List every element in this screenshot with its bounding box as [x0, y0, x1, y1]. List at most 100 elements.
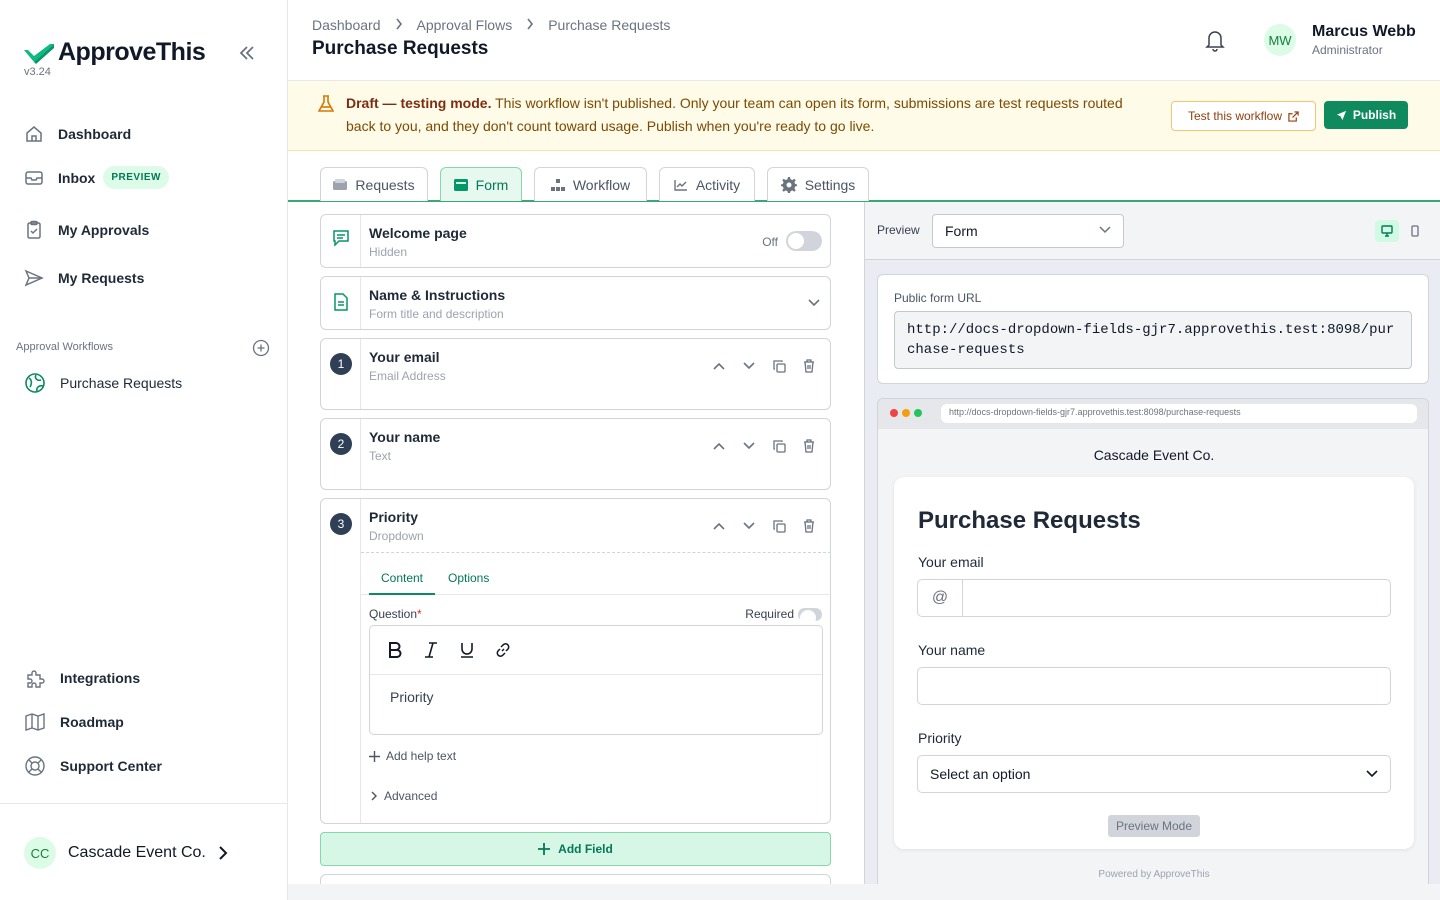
message-square-icon	[333, 230, 349, 247]
preview-form-card: Purchase Requests Your email @ Your name…	[894, 477, 1414, 849]
collapse-sidebar-button[interactable]	[236, 42, 258, 64]
field-card-name[interactable]: 2 Your name Text	[320, 418, 831, 490]
field-actions	[710, 517, 818, 535]
preview-form-title: Purchase Requests	[918, 507, 1141, 534]
welcome-subtitle: Hidden	[369, 245, 408, 259]
sidebar-item-label: Inbox	[58, 169, 96, 186]
window-maximize-dot	[914, 409, 922, 417]
user-name: Marcus Webb	[1312, 23, 1416, 40]
bold-icon[interactable]	[386, 641, 404, 659]
card-icon-column	[321, 277, 361, 329]
browser-url: http://docs-dropdown-fields-gjr7.approve…	[941, 404, 1417, 423]
name-instructions-subtitle: Form title and description	[369, 307, 504, 321]
duplicate-icon[interactable]	[770, 437, 788, 455]
trash-icon[interactable]	[800, 437, 818, 455]
field-tab-options[interactable]: Options	[448, 571, 489, 585]
advanced-toggle[interactable]: Advanced	[371, 789, 437, 803]
field-type: Email Address	[369, 369, 446, 383]
topbar: Dashboard Approval Flows Purchase Reques…	[288, 0, 1440, 81]
sidebar-item-purchase-requests[interactable]: Purchase Requests	[24, 372, 182, 394]
welcome-page-card[interactable]: Welcome page Hidden Off	[320, 214, 831, 268]
notifications-button[interactable]	[1204, 28, 1226, 57]
public-url-label: Public form URL	[894, 291, 982, 305]
bottom-strip	[288, 884, 1440, 900]
sidebar: ApproveThis v3.24 Dashboard Inbox PREVIE…	[0, 0, 288, 900]
move-up-icon[interactable]	[710, 517, 728, 535]
preview-priority-select[interactable]: Select an option	[917, 755, 1391, 793]
underline-icon[interactable]	[458, 641, 476, 659]
card-number-column: 1	[321, 339, 361, 409]
trash-icon[interactable]	[800, 357, 818, 375]
desktop-view-button[interactable]	[1375, 220, 1399, 242]
test-workflow-label: Test this workflow	[1187, 109, 1283, 123]
tab-activity[interactable]: Activity	[659, 167, 755, 201]
sidebar-item-dashboard[interactable]: Dashboard	[24, 124, 131, 144]
bell-icon	[1205, 31, 1225, 52]
trash-icon[interactable]	[800, 517, 818, 535]
sidebar-item-roadmap[interactable]: Roadmap	[24, 711, 124, 733]
add-field-label: Add Field	[558, 842, 613, 856]
sidebar-item-support-center[interactable]: Support Center	[24, 755, 162, 777]
preview-mode-select[interactable]: Form	[932, 214, 1124, 248]
lifebuoy-icon	[25, 756, 45, 776]
welcome-toggle-label: Off	[762, 235, 778, 249]
tab-requests[interactable]: Requests	[320, 167, 428, 201]
inbox-icon	[25, 170, 43, 185]
mobile-view-button[interactable]	[1403, 220, 1427, 242]
app-logo[interactable]: ApproveThis	[24, 38, 206, 67]
move-down-icon[interactable]	[740, 357, 758, 375]
preview-mode-button[interactable]: Preview Mode	[1108, 815, 1200, 837]
breadcrumb-dashboard[interactable]: Dashboard	[312, 17, 381, 33]
field-type: Dropdown	[369, 529, 424, 543]
avatar[interactable]: MW	[1264, 24, 1296, 56]
sidebar-item-integrations[interactable]: Integrations	[24, 667, 140, 689]
move-up-icon[interactable]	[710, 437, 728, 455]
breadcrumb-separator-icon	[526, 17, 534, 33]
name-instructions-card[interactable]: Name & Instructions Form title and descr…	[320, 276, 831, 330]
duplicate-icon[interactable]	[770, 517, 788, 535]
tab-settings[interactable]: Settings	[767, 167, 869, 201]
sidebar-item-my-approvals[interactable]: My Approvals	[24, 220, 149, 240]
tab-label: Workflow	[572, 176, 631, 193]
move-down-icon[interactable]	[740, 517, 758, 535]
preview-field-label: Priority	[918, 730, 962, 746]
test-workflow-button[interactable]: Test this workflow	[1171, 101, 1316, 131]
plus-icon	[369, 750, 380, 762]
field-card-email[interactable]: 1 Your email Email Address	[320, 338, 831, 410]
field-card-priority[interactable]: 3 Priority Dropdown Content Options Ques…	[320, 498, 831, 824]
chevron-down-icon[interactable]	[808, 299, 820, 307]
gear-icon	[780, 176, 797, 193]
public-url-field[interactable]: http://docs-dropdown-fields-gjr7.approve…	[894, 311, 1412, 369]
breadcrumb-approval-flows[interactable]: Approval Flows	[417, 17, 513, 33]
move-down-icon[interactable]	[740, 437, 758, 455]
mobile-icon	[1411, 225, 1419, 237]
desktop-icon	[1381, 225, 1393, 237]
tab-form[interactable]: Form	[440, 167, 522, 201]
sidebar-item-my-requests[interactable]: My Requests	[24, 268, 144, 288]
publish-button[interactable]: Publish	[1324, 101, 1408, 129]
welcome-toggle[interactable]	[786, 231, 822, 251]
tab-label: Form	[475, 176, 509, 193]
puzzle-icon	[27, 670, 45, 688]
duplicate-icon[interactable]	[770, 357, 788, 375]
field-title: Priority	[369, 509, 419, 525]
move-up-icon[interactable]	[710, 357, 728, 375]
preview-email-input[interactable]: @	[917, 579, 1391, 617]
required-toggle[interactable]	[798, 608, 822, 626]
add-field-button[interactable]: Add Field	[320, 832, 831, 866]
add-help-text-button[interactable]: Add help text	[369, 749, 456, 763]
question-text[interactable]: Priority	[390, 689, 434, 705]
chevrons-left-icon	[239, 46, 254, 60]
sidebar-item-inbox[interactable]: Inbox PREVIEW	[24, 166, 169, 189]
field-tab-content[interactable]: Content	[369, 571, 435, 595]
sidebar-item-label: Support Center	[60, 758, 162, 774]
tab-workflow[interactable]: Workflow	[534, 167, 647, 201]
preview-name-input[interactable]	[917, 667, 1391, 705]
link-icon[interactable]	[494, 641, 512, 659]
italic-icon[interactable]	[422, 641, 440, 659]
draft-banner: Draft — testing mode. This workflow isn'…	[288, 81, 1440, 151]
breadcrumb-purchase-requests[interactable]: Purchase Requests	[548, 17, 670, 33]
add-workflow-button[interactable]	[252, 339, 270, 362]
org-switcher[interactable]: CC Cascade Event Co.	[0, 803, 287, 900]
chart-line-icon	[674, 179, 687, 191]
